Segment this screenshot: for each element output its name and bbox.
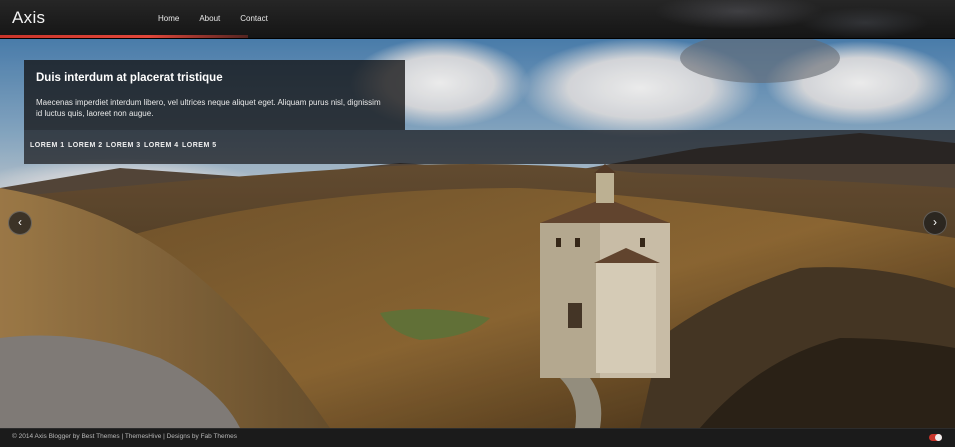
footer-credits: © 2014 Axis Blogger by Best Themes | The… <box>12 433 237 440</box>
nav-home[interactable]: Home <box>148 0 189 38</box>
site-brand[interactable]: Axis <box>12 8 45 28</box>
slide-tab-3[interactable]: LOREM 3 <box>106 142 141 149</box>
slider-prev-button[interactable]: ‹ <box>8 211 32 235</box>
slide-tab-2[interactable]: LOREM 2 <box>68 142 103 149</box>
slide-thumbnail-bar: LOREM 1 LOREM 2 LOREM 3 LOREM 4 LOREM 5 <box>24 130 955 164</box>
header-cloud-background <box>595 0 955 38</box>
slide-caption-text: Maecenas imperdiet interdum libero, vel … <box>36 98 381 118</box>
main-nav: Home About Contact <box>148 0 278 38</box>
slide-tab-1[interactable]: LOREM 1 <box>30 142 65 149</box>
chevron-right-icon: › <box>933 215 937 229</box>
hero-slider: Duis interdum at placerat tristique Maec… <box>0 38 955 428</box>
site-header: Axis Home About Contact <box>0 0 955 39</box>
slide-caption-title[interactable]: Duis interdum at placerat tristique <box>36 72 223 84</box>
nav-contact[interactable]: Contact <box>230 0 278 38</box>
nav-about[interactable]: About <box>189 0 230 38</box>
slide-caption-box: Duis interdum at placerat tristique Maec… <box>24 60 405 130</box>
footer-toggle[interactable] <box>929 434 942 441</box>
toggle-knob <box>935 434 942 441</box>
slide-tab-4[interactable]: LOREM 4 <box>144 142 179 149</box>
slide-tab-5[interactable]: LOREM 5 <box>182 142 217 149</box>
site-footer: © 2014 Axis Blogger by Best Themes | The… <box>0 428 955 447</box>
chevron-left-icon: ‹ <box>18 215 22 229</box>
slider-next-button[interactable]: › <box>923 211 947 235</box>
